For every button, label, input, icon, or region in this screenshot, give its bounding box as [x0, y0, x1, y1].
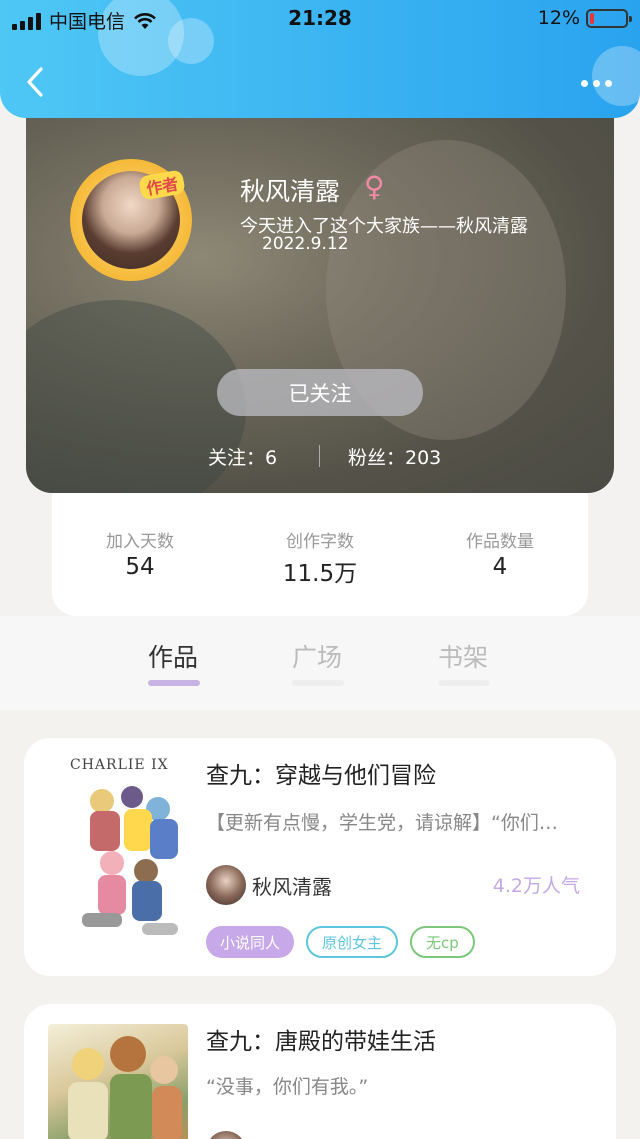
work-card[interactable]: CHARLIE IX 查九：穿越与他们冒险 【更新有点慢，学生党，请谅解】“你们…: [24, 738, 616, 976]
female-icon: ♀: [364, 170, 385, 203]
book-cover[interactable]: CHARLIE IX: [62, 753, 194, 949]
tab-square[interactable]: 广场: [292, 638, 344, 686]
followed-button[interactable]: 已关注: [217, 369, 423, 416]
tab-label: 广场: [292, 643, 343, 672]
stat-value: 4: [492, 554, 508, 580]
stat-works-count: 作品数量 4: [420, 527, 580, 580]
following-count[interactable]: 关注：6: [208, 443, 277, 470]
popularity-count: 4.2万人气: [492, 875, 580, 897]
avatar-frame[interactable]: 作者: [70, 159, 192, 281]
battery-percent: 12%: [537, 7, 580, 29]
profile-card: 作者 秋风清露 ♀ 今天进入了这个大家族——秋风清露 2022.9.12 已关注…: [26, 100, 614, 493]
work-title[interactable]: 查九：穿越与他们冒险: [206, 756, 436, 790]
status-bar: 中国电信 21:28 12%: [0, 0, 640, 38]
works-list: CHARLIE IX 查九：穿越与他们冒险 【更新有点慢，学生党，请谅解】“你们…: [0, 710, 640, 1139]
fans-count[interactable]: 粉丝：203: [348, 443, 441, 470]
tab-works[interactable]: 作品: [148, 638, 200, 686]
top-bar: 中国电信 21:28 12%: [0, 0, 640, 118]
join-date: 2022.9.12: [262, 234, 349, 254]
tab-bar: 作品 广场 书架: [0, 616, 640, 710]
tab-label: 书架: [438, 643, 489, 672]
stat-join-days: 加入天数 54: [60, 527, 220, 580]
more-options-icon[interactable]: [581, 80, 612, 87]
stat-label: 创作字数: [286, 532, 354, 552]
stat-word-count: 创作字数 11.5万: [240, 527, 400, 588]
tag-list: 小说同人 原创女主 无cp: [206, 926, 475, 958]
tab-indicator: [148, 680, 200, 686]
username: 秋风清露: [240, 177, 341, 206]
stat-value: 11.5万: [282, 561, 358, 587]
decor-bubble: [592, 46, 640, 106]
stat-label: 加入天数: [106, 532, 174, 552]
divider: [319, 445, 320, 467]
tab-indicator: [438, 680, 490, 686]
tag[interactable]: 原创女主: [306, 926, 399, 958]
author-avatar: [206, 865, 246, 905]
tab-label: 作品: [148, 643, 199, 672]
stat-label: 作品数量: [466, 532, 534, 552]
battery-icon: [586, 8, 632, 28]
tag[interactable]: 无cp: [410, 926, 475, 958]
tab-indicator: [292, 680, 344, 686]
work-card[interactable]: 查九：唐殿的带娃生活 “没事，你们有我。”: [24, 1004, 616, 1139]
work-description: “没事，你们有我。”: [206, 1076, 369, 1098]
tab-bookshelf[interactable]: 书架: [438, 638, 490, 686]
work-title[interactable]: 查九：唐殿的带娃生活: [206, 1022, 436, 1056]
back-arrow-icon[interactable]: [24, 66, 46, 98]
work-author: 秋风清露: [252, 875, 332, 899]
tag[interactable]: 小说同人: [206, 926, 295, 958]
author-avatar: [206, 1131, 246, 1139]
cover-illustration: [68, 1036, 182, 1139]
stat-value: 54: [125, 554, 155, 580]
cover-illustration: [82, 786, 178, 935]
book-cover[interactable]: [48, 1024, 188, 1139]
work-description: 【更新有点慢，学生党，请谅解】“你们…: [206, 812, 558, 834]
